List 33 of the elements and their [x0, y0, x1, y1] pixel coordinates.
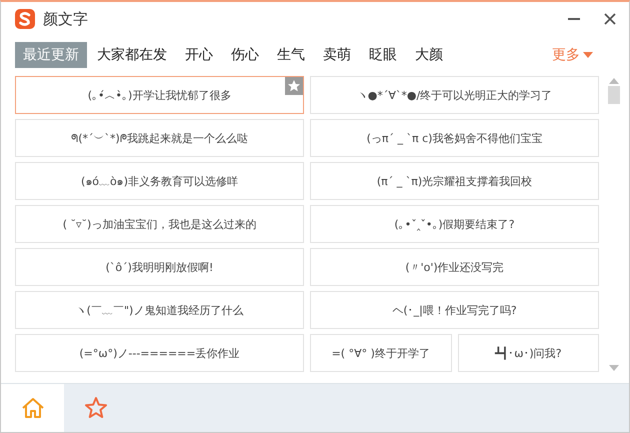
category-tab[interactable]: 大颜 — [407, 42, 451, 68]
star-icon — [84, 396, 108, 420]
category-tab[interactable]: 伤心 — [223, 42, 267, 68]
s-logo-icon — [15, 9, 35, 29]
home-tab[interactable] — [1, 384, 64, 432]
kaomoji-item[interactable]: ┻┫･ω･)问我? — [458, 334, 599, 372]
caret-icon — [583, 52, 593, 58]
close-icon[interactable] — [603, 12, 617, 26]
kaomoji-item[interactable]: (っπ´ _ `π c)我爸妈舍不得他们宝宝 — [310, 119, 599, 157]
window-title: 颜文字 — [43, 10, 88, 28]
kaomoji-item[interactable]: ヽ(￣﹏￣")ノ鬼知道我经历了什么 — [15, 291, 304, 329]
kaomoji-item[interactable]: ᖗ(*´︶`*)ᖘ我跳起来就是一个么么哒 — [15, 119, 304, 157]
star-button-icon[interactable] — [285, 77, 303, 95]
kaomoji-item[interactable]: (〃'o')作业还没写完 — [310, 248, 599, 286]
kaomoji-item[interactable]: ヽ●*´∀`*●/终于可以光明正大的学习了 — [310, 76, 599, 114]
kaomoji-item[interactable]: (π´ _ `π)光宗耀祖支撑着我回校 — [310, 162, 599, 200]
category-tab[interactable]: 大家都在发 — [89, 42, 175, 68]
category-tab[interactable]: 眨眼 — [361, 42, 405, 68]
kaomoji-item[interactable]: ヘ(･_|喂！作业写完了吗? — [310, 291, 599, 329]
kaomoji-item[interactable]: (｡•ˇ‸ˇ•｡)假期要结束了? — [310, 205, 599, 243]
kaomoji-item[interactable]: (=°ω°)ノ---======丢你作业 — [15, 334, 304, 372]
scroll-thumb[interactable] — [608, 86, 620, 104]
kaomoji-item[interactable]: (๑ó﹏ò๑)非义务教育可以选修咩 — [15, 162, 304, 200]
home-icon — [20, 396, 44, 420]
kaomoji-item[interactable]: (｡•́︿•̀｡)开学让我忧郁了很多 — [15, 76, 304, 114]
scroll-down-icon[interactable] — [609, 365, 619, 371]
scroll-up-icon[interactable] — [609, 78, 619, 84]
category-tab[interactable]: 开心 — [177, 42, 221, 68]
kaomoji-item[interactable]: =( °∀° )终于开学了 — [310, 334, 452, 372]
category-tab[interactable]: 生气 — [269, 42, 313, 68]
kaomoji-item[interactable]: ( ˘▿˘)っ加油宝宝们，我也是这么过来的 — [15, 205, 304, 243]
category-tab[interactable]: 卖萌 — [315, 42, 359, 68]
kaomoji-item[interactable]: (`ô´)我明明刚放假啊! — [15, 248, 304, 286]
